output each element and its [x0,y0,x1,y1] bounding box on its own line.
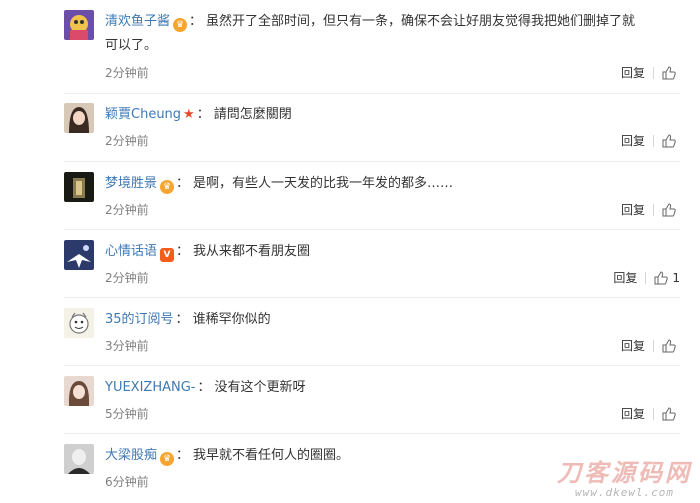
avatar[interactable] [64,444,94,474]
comment-actions: 回复 1 [613,269,680,287]
timestamp: 2分钟前 [105,203,149,217]
like-button[interactable] [662,339,680,353]
comment-line: 颖賈Cheung ★：請問怎麼關閉 [105,104,680,126]
reply-button[interactable]: 回复 [621,201,645,219]
reply-button[interactable]: 回复 [621,64,645,82]
comment-actions: 回复 [621,337,680,355]
comment-line: 梦境胜景 ♛：是啊，有些人一天发的比我一年发的都多…… [105,173,680,195]
thumbs-up-icon [662,339,676,353]
comment-actions: 回复 [621,201,680,219]
timestamp: 5分钟前 [105,407,149,421]
colon: ： [175,312,189,327]
comment-text: 是啊，有些人一天发的比我一年发的都多…… [193,176,454,191]
avatar[interactable] [64,172,94,202]
colon: ： [196,107,210,122]
thumbs-up-icon [654,271,669,285]
divider [64,297,680,298]
username[interactable]: YUEXIZHANG- [105,380,195,395]
username[interactable]: 心情话语 [105,244,157,259]
colon: ： [197,380,211,395]
colon: ： [176,448,190,463]
comment-text: 虽然开了全部时间，但只有一条，确保不会让好朋友觉得我把她们删掉了就 [206,14,636,29]
like-count: 1 [672,271,680,285]
comment-line: 清欢鱼子酱 ♛：虽然开了全部时间，但只有一条，确保不会让好朋友觉得我把她们删掉了就 [105,11,680,33]
separator [645,272,647,284]
crown-badge-icon: ♛ [160,180,175,194]
crown-badge-icon: ♛ [173,18,188,32]
vip-badge-icon: V [160,248,175,262]
like-button[interactable] [662,407,680,421]
colon: ： [176,244,190,259]
separator [653,135,654,147]
like-button[interactable] [662,134,680,148]
thumbs-up-icon [662,407,676,421]
separator [653,67,654,79]
colon: ： [176,176,190,191]
like-button[interactable] [662,203,680,217]
star-badge-icon: ★ [183,107,195,122]
avatar[interactable] [64,103,94,133]
comment-text: 没有这个更新呀 [214,380,306,395]
reply-button[interactable]: 回复 [621,405,645,423]
like-button[interactable] [662,66,680,80]
divider [64,93,680,94]
timestamp: 3分钟前 [105,339,149,353]
reply-button[interactable]: 回复 [621,132,645,150]
comment-actions: 回复 [621,64,680,82]
colon: ： [189,14,203,29]
separator [653,408,654,420]
comment-line: 心情话语 V：我从来都不看朋友圈 [105,241,680,263]
comment-line: YUEXIZHANG-：没有这个更新呀 [105,377,680,399]
thumbs-up-icon [662,203,676,217]
username[interactable]: 颖賈Cheung [105,107,181,122]
divider [64,365,680,366]
avatar[interactable] [64,10,94,40]
crown-badge-icon: ♛ [160,452,175,466]
timestamp: 2分钟前 [105,134,149,148]
thumbs-up-icon [662,66,676,80]
username[interactable]: 大梁股痴 [105,448,157,463]
comment-line: 35的订阅号：谁稀罕你似的 [105,309,680,331]
timestamp: 6分钟前 [105,475,149,489]
comment-text-continued: 可以了。 [105,38,158,53]
separator [653,340,654,352]
comment-actions: 回复 [621,405,680,423]
avatar[interactable] [64,308,94,338]
reply-button[interactable]: 回复 [621,337,645,355]
comment-line: 大梁股痴 ♛：我早就不看任何人的圈圈。 [105,445,680,467]
divider [64,161,680,162]
timestamp: 2分钟前 [105,66,149,80]
thumbs-up-icon [662,134,676,148]
username[interactable]: 梦境胜景 [105,176,157,191]
timestamp: 2分钟前 [105,271,149,285]
like-button[interactable]: 1 [654,269,680,287]
watermark-url: www.dkewl.com [574,486,675,499]
comment-actions: 回复 [621,132,680,150]
username[interactable]: 清欢鱼子酱 [105,14,170,29]
comment-text: 谁稀罕你似的 [192,312,271,327]
comment-text: 我早就不看任何人的圈圈。 [193,448,350,463]
divider [64,433,680,434]
avatar[interactable] [64,376,94,406]
reply-button[interactable]: 回复 [613,269,637,287]
separator [653,204,654,216]
avatar[interactable] [64,240,94,270]
comment-text: 請問怎麼關閉 [213,107,292,122]
username[interactable]: 35的订阅号 [105,312,174,327]
divider [64,229,680,230]
comment-text: 我从来都不看朋友圈 [193,244,311,259]
